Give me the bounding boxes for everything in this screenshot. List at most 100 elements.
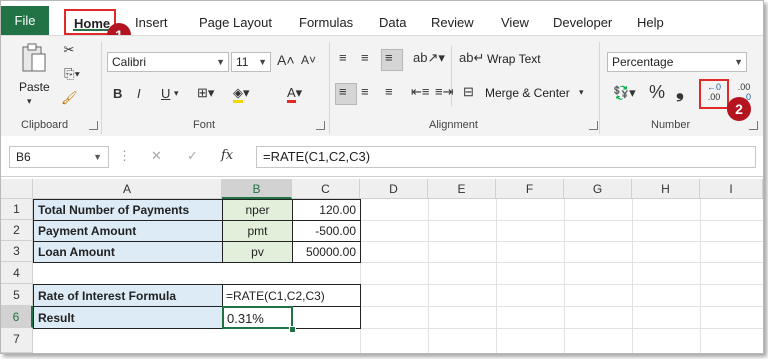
borders-icon[interactable]: ⊞▾ <box>197 85 214 101</box>
more-options-icon[interactable]: ⋮ <box>118 148 131 164</box>
tab-insert[interactable]: Insert <box>135 15 168 30</box>
select-all-corner[interactable] <box>1 179 33 199</box>
column-header-a[interactable]: A <box>33 179 222 199</box>
column-header-d[interactable]: D <box>360 179 428 199</box>
gridline <box>700 199 701 353</box>
comma-style-button[interactable]: ❟ <box>676 80 684 103</box>
ribbon-tab-bar: File Home 1 Insert Page Layout Formulas … <box>1 1 763 47</box>
align-center-icon[interactable]: ≡ <box>361 84 369 99</box>
enter-icon[interactable]: ✓ <box>187 148 198 164</box>
wrap-text-button[interactable]: Wrap Text <box>487 52 541 66</box>
clipboard-group-label: Clipboard <box>21 119 69 131</box>
gridline <box>632 199 633 353</box>
tab-page-layout[interactable]: Page Layout <box>199 15 272 30</box>
decrease-font-icon[interactable]: A˅ <box>301 53 316 67</box>
accounting-format-icon[interactable]: 💱▾ <box>613 85 636 101</box>
cell-b3[interactable]: pv <box>222 241 293 263</box>
row-header-6[interactable]: 6 <box>1 306 33 328</box>
cell-b1[interactable]: nper <box>222 199 293 221</box>
increase-indent-icon[interactable]: ≡⇥ <box>435 84 453 100</box>
cell-a6[interactable]: Result <box>33 306 223 329</box>
row-header-3[interactable]: 3 <box>1 241 33 262</box>
orientation-icon[interactable]: ab↗▾ <box>413 50 445 66</box>
format-painter-icon[interactable]: 🖌 <box>61 90 78 106</box>
cancel-icon[interactable]: ✕ <box>151 148 162 164</box>
number-format-value: Percentage <box>612 55 674 69</box>
cell-a3[interactable]: Loan Amount <box>33 241 223 263</box>
percent-style-button[interactable]: % <box>649 82 665 103</box>
callout-badge-2: 2 <box>727 97 751 121</box>
font-launcher-icon[interactable] <box>316 121 325 130</box>
chevron-down-icon: ▼ <box>734 57 743 67</box>
chevron-down-icon: ▼ <box>258 57 267 67</box>
row-header-2[interactable]: 2 <box>1 220 33 241</box>
increase-decimal-button[interactable]: ←0 .00 <box>703 82 725 102</box>
font-size-select[interactable]: 11 ▼ <box>231 52 271 72</box>
tab-view[interactable]: View <box>501 15 529 30</box>
paste-label[interactable]: Paste <box>19 80 50 94</box>
tab-developer[interactable]: Developer <box>553 15 612 30</box>
cell-a1[interactable]: Total Number of Payments <box>33 199 223 221</box>
chevron-down-icon: ▼ <box>216 57 225 67</box>
middle-align-icon[interactable]: ≡ <box>361 50 369 65</box>
merge-center-icon[interactable]: ⊟ <box>463 84 474 100</box>
column-header-b[interactable]: B <box>222 179 292 199</box>
group-separator <box>329 42 330 134</box>
increase-font-icon[interactable]: A˄ <box>277 52 295 68</box>
alignment-launcher-icon[interactable] <box>589 121 598 130</box>
cell-a5[interactable]: Rate of Interest Formula <box>33 284 223 307</box>
paste-dropdown-icon[interactable]: ▾ <box>27 96 32 107</box>
bold-button[interactable]: B <box>113 86 122 101</box>
column-header-g[interactable]: G <box>564 179 632 199</box>
alignment-group-label: Alignment <box>429 119 478 131</box>
cell-b6-active[interactable]: 0.31% <box>222 306 293 329</box>
fill-color-icon[interactable]: ◈▾ <box>233 85 250 103</box>
row-header-4[interactable]: 4 <box>1 262 33 284</box>
cell-c3[interactable]: 50000.00 <box>292 241 361 263</box>
name-box-value: B6 <box>16 150 31 164</box>
top-align-icon[interactable]: ≡ <box>339 50 347 65</box>
cell-c2[interactable]: -500.00 <box>292 220 361 242</box>
paste-icon[interactable] <box>21 42 47 74</box>
formula-input[interactable]: =RATE(C1,C2,C3) <box>256 146 756 168</box>
cell-a2[interactable]: Payment Amount <box>33 220 223 242</box>
clipboard-launcher-icon[interactable] <box>89 121 98 130</box>
cell-c1[interactable]: 120.00 <box>292 199 361 221</box>
cell-c6[interactable] <box>292 306 361 329</box>
cell-b2[interactable]: pmt <box>222 220 293 242</box>
tab-data[interactable]: Data <box>379 15 406 30</box>
font-size-value: 11 <box>236 55 249 69</box>
cut-icon[interactable]: ✂ <box>61 42 77 58</box>
tab-file[interactable]: File <box>1 6 49 35</box>
number-format-select[interactable]: Percentage ▼ <box>607 52 747 72</box>
column-header-i[interactable]: I <box>700 179 763 199</box>
column-header-h[interactable]: H <box>632 179 700 199</box>
cell-b5[interactable]: =RATE(C1,C2,C3) <box>222 284 361 307</box>
number-launcher-icon[interactable] <box>749 121 758 130</box>
fill-handle[interactable] <box>289 326 296 333</box>
align-right-icon[interactable]: ≡ <box>385 84 393 99</box>
font-family-value: Calibri <box>112 55 147 69</box>
copy-icon[interactable]: ⎘▾ <box>61 66 83 82</box>
font-family-select[interactable]: Calibri ▼ <box>107 52 229 72</box>
column-header-c[interactable]: C <box>292 179 360 199</box>
tab-review[interactable]: Review <box>431 15 474 30</box>
underline-dropdown-icon[interactable]: ▾ <box>174 88 179 99</box>
worksheet-grid: A B C D E F G H I 1 2 3 4 5 6 7 Total Nu… <box>1 179 763 353</box>
column-header-e[interactable]: E <box>428 179 496 199</box>
decrease-indent-icon[interactable]: ⇤≡ <box>411 84 429 100</box>
name-box[interactable]: B6 ▼ <box>9 146 109 168</box>
merge-center-button[interactable]: Merge & Center <box>485 86 570 100</box>
underline-button[interactable]: U <box>161 86 170 101</box>
chevron-down-icon[interactable]: ▾ <box>579 87 584 98</box>
row-header-7[interactable]: 7 <box>1 328 33 353</box>
row-header-5[interactable]: 5 <box>1 284 33 306</box>
column-header-f[interactable]: F <box>496 179 564 199</box>
tab-formulas[interactable]: Formulas <box>299 15 353 30</box>
wrap-text-icon[interactable]: ab↵ <box>459 50 484 66</box>
tab-help[interactable]: Help <box>637 15 664 30</box>
font-color-icon[interactable]: A▾ <box>287 85 302 103</box>
row-header-1[interactable]: 1 <box>1 199 33 220</box>
insert-function-button[interactable]: fx <box>221 148 233 163</box>
italic-button[interactable]: I <box>137 86 141 101</box>
